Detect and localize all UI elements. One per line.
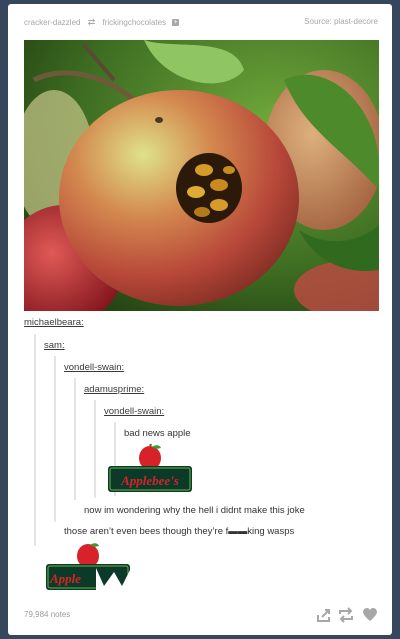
username-link[interactable]: adamusprime: [84, 384, 144, 395]
chain-text-wasps: those aren’t even bees though they’re f▬… [64, 526, 295, 537]
quote-bar-1 [34, 334, 36, 546]
quote-bar-3 [74, 378, 76, 500]
heart-icon[interactable] [362, 607, 378, 623]
follow-plus-icon[interactable]: + [172, 19, 180, 26]
applebees-logo-text: Applebee's [120, 473, 179, 488]
post-footer: 79,984 notes [24, 607, 378, 623]
chain-user-2[interactable]: sam: [44, 340, 65, 351]
reblog-mini-icon: ⇄ [87, 17, 96, 27]
reblogged-from-link[interactable]: frickingchocolates [102, 18, 166, 27]
post-header: cracker-dazzled ⇄ frickingchocolates + S… [24, 17, 378, 31]
chain-user-4[interactable]: adamusprime: [84, 384, 144, 395]
chain-text-joke: now im wondering why the hell i didnt ma… [84, 505, 305, 516]
quote-bar-4 [94, 400, 96, 498]
notes-count[interactable]: 79,984 notes [24, 610, 70, 619]
chain-user-3[interactable]: vondell-swain: [64, 362, 124, 373]
chain-text-bad-news-apple: bad news apple [124, 428, 191, 439]
apple-cut-logo-text: Apple [49, 571, 81, 586]
quote-bar-2 [54, 356, 56, 522]
chain-user-1[interactable]: michaelbeara: [24, 317, 84, 328]
chain-user-5[interactable]: vondell-swain: [104, 406, 164, 417]
apple-wasps-image [24, 40, 379, 311]
share-icon[interactable] [316, 607, 332, 623]
reblog-icon[interactable] [338, 607, 354, 623]
post-photo-apple-wasps[interactable] [24, 40, 379, 311]
apple-cut-logo: Apple [44, 542, 136, 599]
source-link[interactable]: Source: plast-decore [304, 17, 378, 26]
username-link[interactable]: vondell-swain: [64, 362, 124, 373]
username-link[interactable]: michaelbeara: [24, 317, 84, 328]
post-card: cracker-dazzled ⇄ frickingchocolates + S… [8, 4, 392, 635]
username-link[interactable]: vondell-swain: [104, 406, 164, 417]
reblogger-link[interactable]: cracker-dazzled [24, 18, 80, 27]
username-link[interactable]: sam: [44, 340, 65, 351]
applebees-logo: Applebee's [106, 441, 194, 501]
